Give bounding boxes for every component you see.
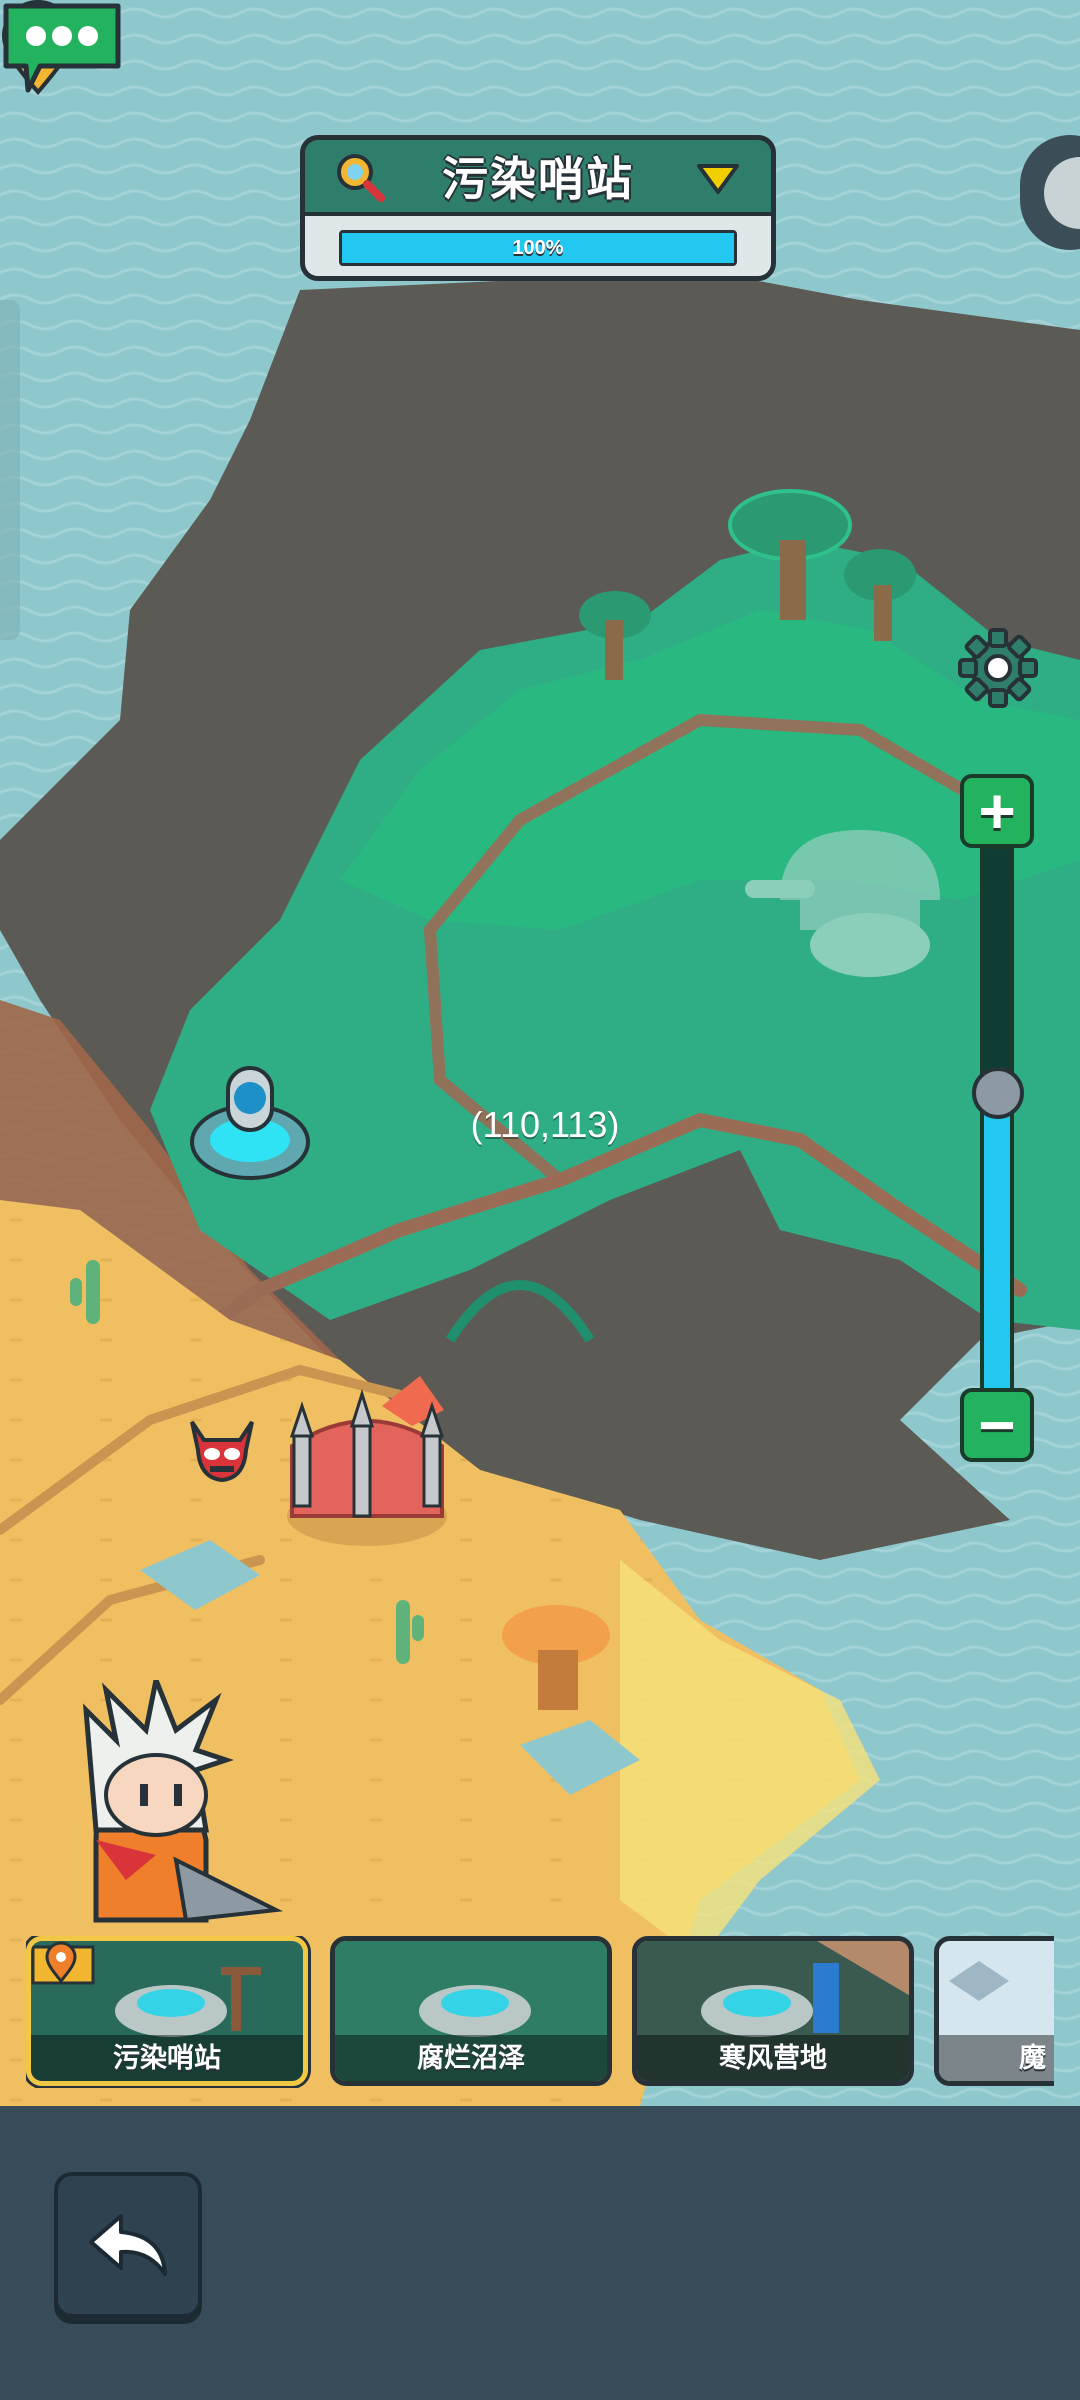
zoom-slider-track[interactable]	[980, 845, 1014, 1395]
hero-character[interactable]	[56, 1680, 296, 1940]
gear-icon[interactable]	[958, 628, 1038, 708]
exploration-progress-bar: 100%	[339, 230, 737, 266]
zoom-out-label: −	[978, 1389, 1016, 1461]
region-card-cold-wind-camp[interactable]: 寒风营地	[632, 1936, 914, 2086]
dropdown-triangle-icon[interactable]	[695, 162, 741, 196]
search-icon[interactable]	[333, 150, 387, 204]
chat-bubble[interactable]	[0, 0, 124, 96]
zoom-in-label: +	[978, 775, 1016, 847]
region-card-list[interactable]: 污染哨站 腐烂沼泽 寒风营地 魔	[26, 1936, 1054, 2088]
region-title: 污染哨站	[442, 153, 634, 205]
back-arrow-icon	[89, 2214, 167, 2276]
region-card-label: 魔	[939, 2035, 1054, 2081]
zoom-slider-handle[interactable]	[972, 1066, 1024, 1119]
fortress-building[interactable]	[272, 1366, 462, 1556]
zoom-in-button[interactable]: +	[960, 774, 1034, 848]
region-card-label: 寒风营地	[637, 2035, 909, 2081]
demon-camp-icon[interactable]	[180, 1404, 264, 1484]
region-card-demon[interactable]: 魔	[934, 1936, 1054, 2086]
zoom-out-button[interactable]: −	[960, 1388, 1034, 1462]
coordinates-label: (110,113)	[470, 1104, 620, 1145]
world-map[interactable]: (110,113)	[0, 0, 1080, 2106]
progress-text: 100%	[512, 237, 564, 259]
zoom-slider-fill	[984, 1092, 1010, 1391]
back-button[interactable]	[54, 2172, 202, 2318]
region-card-polluted-outpost[interactable]: 污染哨站	[26, 1936, 308, 2086]
region-card-label: 腐烂沼泽	[335, 2035, 607, 2081]
region-header: 污染哨站 100%	[300, 135, 776, 281]
portal-marker[interactable]	[186, 1062, 314, 1190]
region-card-label: 污染哨站	[31, 2035, 303, 2081]
current-location-flag-icon	[31, 1941, 95, 1985]
region-card-rotten-swamp[interactable]: 腐烂沼泽	[330, 1936, 612, 2086]
left-side-tab[interactable]	[0, 300, 20, 640]
